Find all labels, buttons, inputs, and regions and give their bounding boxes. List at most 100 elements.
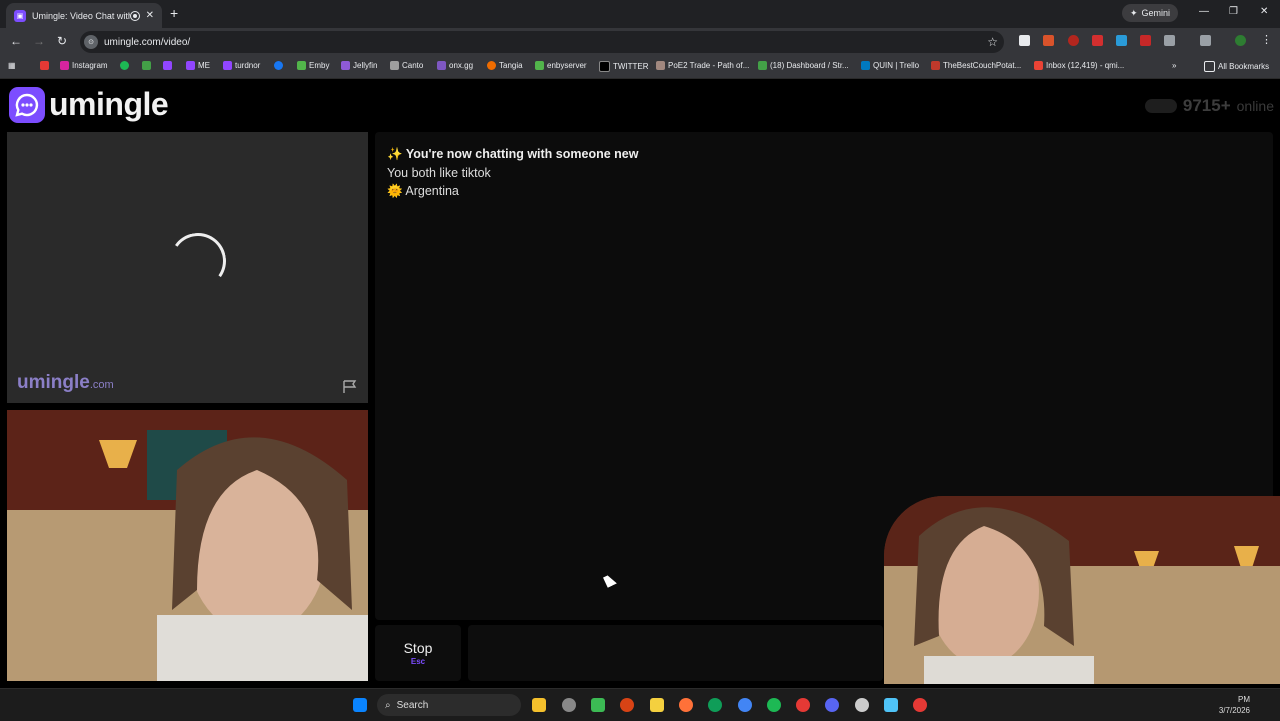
theme-toggle[interactable]	[1144, 99, 1177, 113]
app-icon[interactable]	[796, 698, 810, 712]
bookmark-dashboard[interactable]: (18) Dashboard / Str...	[758, 61, 849, 70]
bookmark-label: Canto	[402, 61, 424, 70]
bookmark-label: Instagram	[72, 61, 108, 70]
x-icon	[599, 61, 610, 72]
system-message-intro: ✨ You're now chatting with someone new	[387, 147, 638, 162]
bookmark-twitch[interactable]	[163, 61, 172, 70]
restore-icon[interactable]: ❐	[1229, 6, 1238, 17]
new-tab-button[interactable]: +	[170, 5, 178, 21]
app-icon[interactable]	[562, 698, 576, 712]
clock-date: 3/7/2026	[1218, 706, 1250, 715]
gemini-button[interactable]: ✦ Gemini	[1122, 4, 1179, 22]
bookmark-label: TheBestCouchPotat...	[943, 61, 1022, 70]
system-message-country: 🌞 Argentina	[387, 184, 459, 199]
extension-translate-icon[interactable]	[1116, 35, 1127, 46]
site-info-icon[interactable]: ⊙	[84, 35, 98, 49]
bookmark-tangia[interactable]: Tangia	[487, 61, 523, 70]
profile-avatar-icon[interactable]	[1235, 35, 1246, 46]
extensions-puzzle-icon[interactable]	[1164, 35, 1175, 46]
bookmark-me[interactable]: ME	[186, 61, 210, 70]
clock-time: PM	[1238, 695, 1250, 704]
report-flag-icon[interactable]	[342, 380, 358, 393]
trello-icon	[861, 61, 870, 70]
bookmark-star-icon[interactable]: ☆	[987, 35, 998, 49]
windows-start-icon[interactable]	[353, 698, 367, 712]
firefox-icon[interactable]	[679, 698, 693, 712]
bookmark-couchpotato[interactable]: TheBestCouchPotat...	[931, 61, 1021, 70]
bookmark-trello[interactable]: QUIN | Trello	[861, 61, 919, 70]
bookmark-onx[interactable]: onx.gg	[437, 61, 473, 70]
extension-fox-icon[interactable]	[1043, 35, 1054, 46]
reload-icon[interactable]: ↻	[57, 34, 67, 48]
message-input[interactable]	[468, 625, 883, 681]
app-icon[interactable]	[620, 698, 634, 712]
file-explorer-icon[interactable]	[532, 698, 546, 712]
browser-tab-bar: ▣ Umingle: Video Chat with S ✕ + ✦ Gemin…	[0, 0, 1280, 28]
bookmark-spotify[interactable]	[120, 61, 129, 70]
edge-icon[interactable]	[708, 698, 722, 712]
side-panel-icon[interactable]	[1200, 35, 1211, 46]
stop-button[interactable]: Stop Esc	[375, 625, 461, 681]
extension-youtube-icon[interactable]	[1092, 35, 1103, 46]
chat-bubble-logo-icon	[9, 86, 45, 123]
notepad-icon[interactable]	[884, 698, 898, 712]
argentina-flag-icon: 🌞	[387, 184, 403, 198]
bookmark-label: Inbox (12,419) - qmi...	[1046, 61, 1125, 70]
stranger-video: umingle.com	[7, 132, 368, 403]
all-bookmarks-label: All Bookmarks	[1218, 62, 1270, 71]
bookmark-youtube[interactable]	[40, 61, 49, 70]
jellyfin-icon	[341, 61, 350, 70]
settings-icon[interactable]	[855, 698, 869, 712]
bookmark-turdnor[interactable]: turdnor	[223, 61, 260, 70]
forward-icon[interactable]: →	[33, 34, 45, 48]
twitch-icon	[186, 61, 195, 70]
extension-red-icon[interactable]	[1140, 35, 1151, 46]
taskbar-search[interactable]: ⌕ Search	[377, 694, 521, 716]
video-watermark: umingle.com	[17, 372, 114, 394]
self-camera-video	[7, 410, 368, 681]
bookmark-label: (18) Dashboard / Str...	[770, 61, 849, 70]
tangia-icon	[487, 61, 496, 70]
onx-icon	[437, 61, 446, 70]
system-clock[interactable]: PM 3/7/2026	[1219, 694, 1250, 716]
bookmark-label: QUIN | Trello	[873, 61, 920, 70]
bookmarks-overflow-icon[interactable]: »	[1172, 61, 1176, 70]
sticky-notes-icon[interactable]	[650, 698, 664, 712]
minimize-icon[interactable]: —	[1199, 6, 1209, 17]
bookmark-emby[interactable]: Emby	[297, 61, 329, 70]
bookmark-poe2[interactable]: PoE2 Trade - Path of...	[656, 61, 749, 70]
bookmark-facebook[interactable]	[274, 61, 283, 70]
bookmark-label: Tangia	[499, 61, 523, 70]
bookmark-jellyfin[interactable]: Jellyfin	[341, 61, 377, 70]
url-field[interactable]: ⊙ umingle.com/video/ ☆	[80, 31, 1004, 53]
chrome-icon[interactable]	[738, 698, 752, 712]
menu-kebab-icon[interactable]: ⋮	[1261, 35, 1272, 46]
discord-icon[interactable]	[825, 698, 839, 712]
extension-k-icon[interactable]	[1019, 35, 1030, 46]
system-message-interest: You both like tiktok	[387, 166, 491, 180]
bookmark-twitter[interactable]: TWITTER	[599, 61, 649, 72]
spotify-icon[interactable]	[767, 698, 781, 712]
watermark-suffix: .com	[89, 379, 114, 391]
app-icon[interactable]	[591, 698, 605, 712]
bookmark-canto[interactable]: Canto	[390, 61, 423, 70]
intro-text: You're now chatting with someone new	[405, 147, 639, 161]
browser-tab[interactable]: ▣ Umingle: Video Chat with S ✕	[6, 3, 162, 28]
umingle-favicon-icon: ▣	[14, 9, 26, 22]
couchpotato-icon	[931, 61, 940, 70]
app-icon[interactable]	[913, 698, 927, 712]
site-logo[interactable]: umingle	[9, 86, 169, 123]
back-icon[interactable]: ←	[10, 34, 22, 48]
bookmark-gmail[interactable]: Inbox (12,419) - qmi...	[1034, 61, 1124, 70]
instagram-icon	[60, 61, 69, 70]
extension-record-icon[interactable]	[1068, 35, 1079, 46]
twitch-icon	[223, 61, 232, 70]
close-window-icon[interactable]: ✕	[1260, 6, 1268, 17]
apps-grid-icon[interactable]: ▦	[8, 61, 16, 70]
all-bookmarks-button[interactable]: All Bookmarks	[1204, 61, 1269, 72]
close-tab-icon[interactable]: ✕	[146, 10, 154, 21]
bookmark-instagram[interactable]: Instagram	[60, 61, 108, 70]
bookmark-green[interactable]	[142, 61, 151, 70]
stop-label: Stop	[403, 640, 433, 656]
bookmark-enbyserver[interactable]: enbyserver	[535, 61, 587, 70]
